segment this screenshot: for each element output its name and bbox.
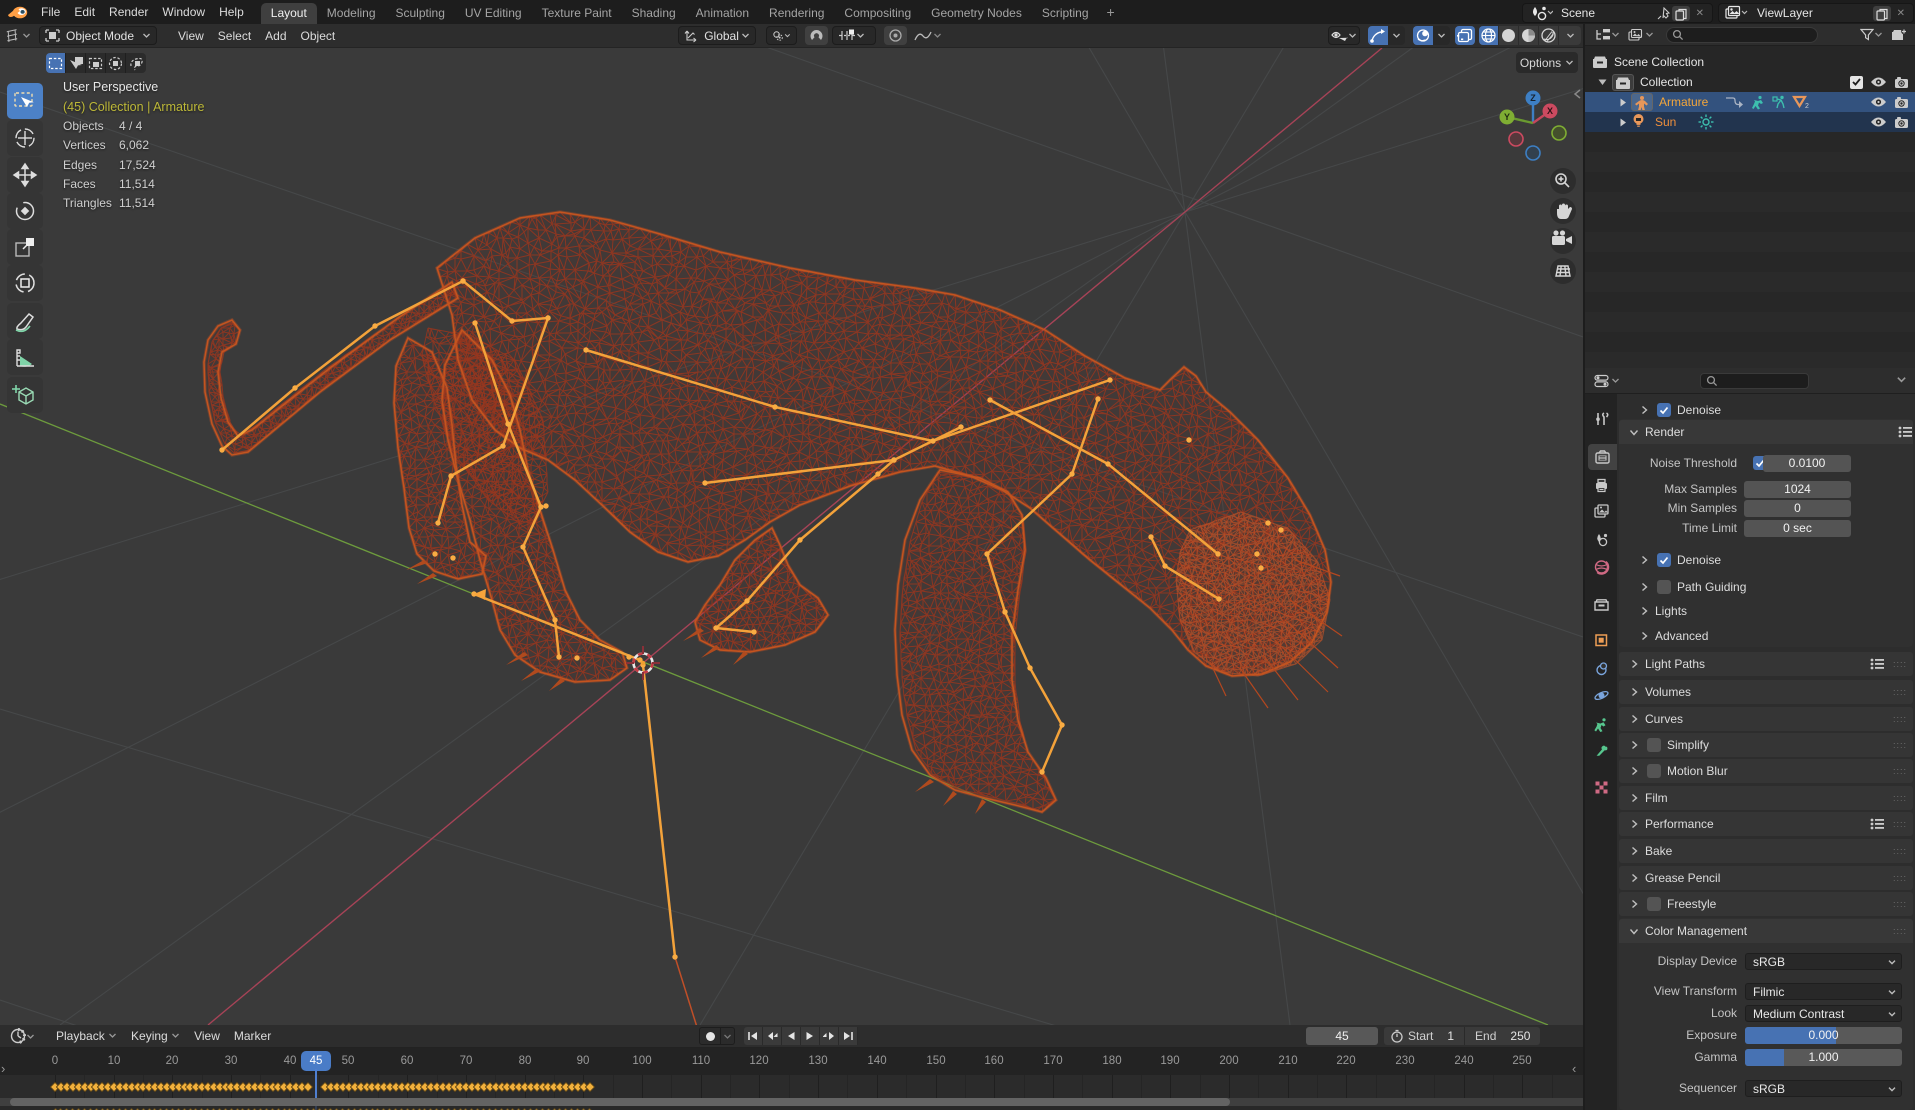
svg-text:Y: Y <box>1504 112 1510 122</box>
svg-text:Z: Z <box>1530 93 1536 103</box>
svg-text:X: X <box>1547 106 1553 116</box>
svg-text:2: 2 <box>1805 103 1809 109</box>
